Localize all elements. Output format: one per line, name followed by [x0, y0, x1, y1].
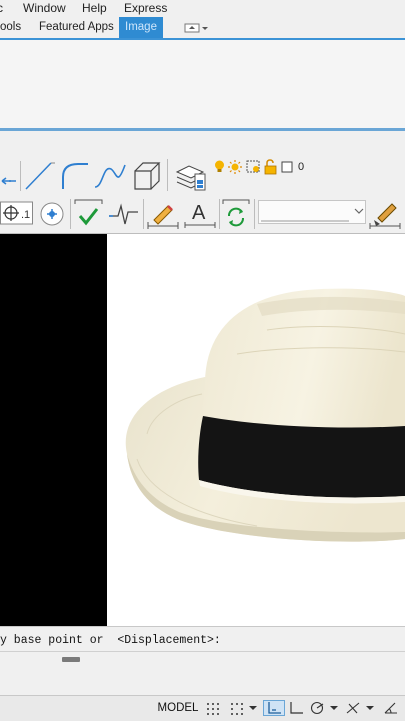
color-square-icon — [281, 161, 293, 173]
command-divider — [0, 651, 405, 652]
crosshair-snap-icon: .1 — [0, 201, 33, 225]
svg-text:A: A — [192, 202, 206, 224]
drawing-canvas-dark[interactable] — [0, 234, 107, 626]
toolbar-gap — [0, 131, 405, 155]
layer-properties-button[interactable] — [173, 158, 211, 192]
spline-tool-button[interactable] — [93, 159, 127, 191]
ortho-icon — [290, 702, 303, 714]
fillet-tool-button[interactable] — [58, 159, 90, 191]
tab-tools[interactable]: ools — [0, 17, 27, 38]
lightbulb-icon — [215, 160, 224, 172]
snap-settings-button[interactable]: .1 — [0, 201, 33, 225]
command-prompt-text: y base point or <Displacement>: — [0, 634, 221, 647]
chevron-down-icon — [249, 706, 257, 710]
menu-bar: c Window Help Express — [0, 0, 405, 17]
svg-text:.1: .1 — [21, 209, 30, 221]
snap-mode-button[interactable] — [226, 700, 248, 716]
toolbar-separator — [70, 199, 71, 229]
layer-on-icon[interactable] — [213, 159, 226, 175]
object-snap-tracking-button[interactable] — [380, 700, 402, 716]
command-scroll-handle[interactable] — [62, 657, 80, 662]
add-button[interactable] — [37, 200, 67, 228]
line-tool-button[interactable] — [23, 159, 55, 191]
unlock-icon — [264, 159, 277, 175]
ribbon-minimize-toggle[interactable] — [183, 21, 213, 34]
command-line-area: y base point or <Displacement>: — [0, 626, 405, 683]
polar-menu-button[interactable] — [329, 700, 339, 716]
layer-viewport-icon[interactable] — [245, 158, 262, 176]
grid-icon — [207, 703, 219, 715]
ribbon-tab-bar: ools Featured Apps Image — [0, 17, 405, 40]
match-properties-button[interactable] — [368, 198, 402, 230]
toolbar-separator — [143, 199, 144, 229]
box-3d-tool-button[interactable] — [131, 159, 161, 191]
infer-constraints-button[interactable] — [263, 700, 285, 716]
toolbar-separator — [254, 199, 255, 229]
toolbar-separator — [219, 199, 220, 229]
pencil-icon — [147, 205, 179, 229]
ribbon-panel — [0, 40, 405, 129]
cube-icon — [134, 162, 161, 190]
fillet-icon — [62, 163, 88, 189]
ribbon-toggle-icon — [184, 23, 208, 33]
layer-lock-icon[interactable] — [264, 159, 278, 175]
model-label: MODEL — [157, 702, 199, 714]
angle-icon — [384, 702, 397, 714]
chevron-down-icon — [261, 208, 364, 222]
snap-grid-icon — [231, 703, 243, 715]
break-line-button[interactable] — [107, 198, 140, 230]
layers-icon — [175, 165, 206, 191]
layer-thaw-icon[interactable] — [228, 159, 242, 175]
toolbar-separator — [167, 159, 168, 191]
hat-image — [125, 288, 405, 542]
menu-item-partial[interactable]: c — [0, 1, 3, 15]
constraint-icon — [268, 702, 281, 714]
plus-circle-icon — [40, 202, 64, 226]
polar-icon — [310, 701, 324, 715]
draw-toolbar: 0 — [0, 155, 405, 195]
update-button[interactable] — [221, 198, 251, 230]
grid-display-button[interactable] — [202, 700, 224, 716]
checkmark-icon — [74, 199, 103, 226]
ortho-mode-button[interactable] — [286, 700, 306, 716]
current-layer-name[interactable]: 0 — [298, 161, 304, 173]
sun-icon — [228, 160, 242, 174]
menu-item-window[interactable]: Window — [23, 1, 66, 15]
apply-check-button[interactable] — [73, 198, 104, 230]
isodraft-icon — [346, 702, 360, 714]
isodraft-button[interactable] — [343, 700, 363, 716]
status-bar: MODEL — [0, 695, 405, 721]
drawing-canvas-image[interactable] — [107, 234, 405, 626]
slanted-line-icon — [25, 162, 55, 190]
snap-menu-button[interactable] — [247, 700, 259, 716]
isodraft-menu-button[interactable] — [365, 700, 375, 716]
polar-tracking-button[interactable] — [307, 700, 327, 716]
break-line-icon — [109, 203, 138, 225]
tab-featured-apps[interactable]: Featured Apps — [33, 17, 120, 38]
chevron-down-icon — [330, 706, 338, 710]
tab-image[interactable]: Image — [119, 17, 163, 38]
viewport-freeze-icon — [246, 160, 260, 173]
layer-style-dropdown[interactable] — [258, 200, 366, 224]
toolbar-separator — [20, 161, 21, 191]
menu-item-help[interactable]: Help — [82, 1, 107, 15]
menu-item-express[interactable]: Express — [124, 1, 167, 15]
spline-icon — [94, 164, 126, 188]
model-space-button[interactable]: MODEL — [157, 700, 199, 716]
text-a-icon: A — [184, 202, 216, 228]
arrow-left-icon — [1, 177, 16, 185]
paint-brush-icon — [369, 203, 401, 229]
refresh-icon — [222, 199, 250, 227]
text-style-button[interactable]: A — [183, 198, 217, 230]
chevron-down-icon — [366, 706, 374, 710]
layer-color-swatch[interactable] — [281, 161, 293, 173]
arrow-left-tool[interactable] — [0, 161, 20, 191]
edit-pencil-button[interactable] — [146, 198, 180, 230]
